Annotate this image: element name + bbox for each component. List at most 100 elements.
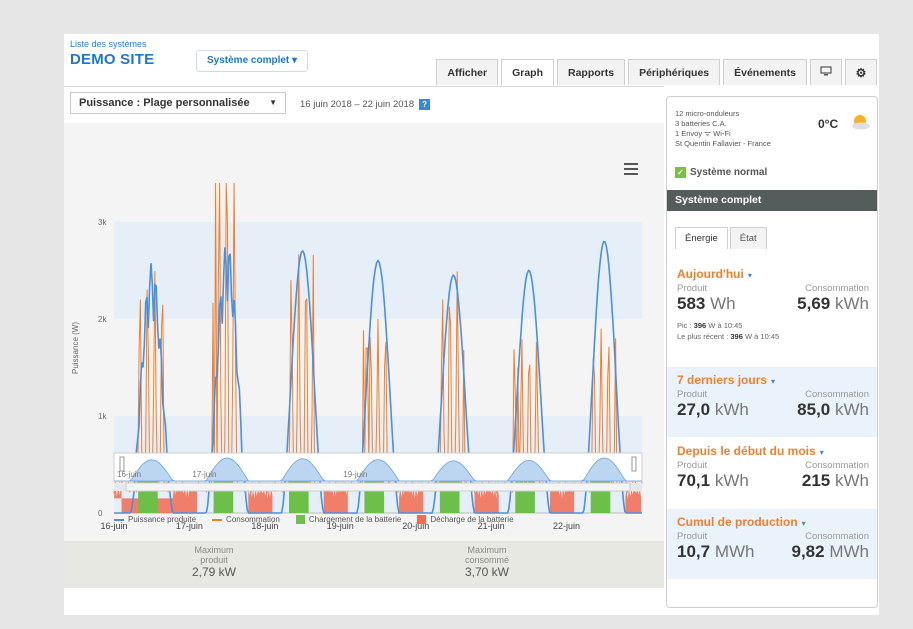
navigator-label: 19-juin [343,470,367,479]
navigator-right-handle [631,456,637,472]
check-icon: ✓ [675,167,686,178]
gear-icon[interactable]: ⚙ [845,59,877,85]
produced-unit: Wh [710,294,736,313]
peak-label: Pic : [677,321,692,330]
system-status: ✓ Système normal [675,167,767,178]
navigator-left-handle [119,456,125,472]
consumed-unit: kWh [835,294,869,313]
stat-max-produced-value: 2,79 kW [191,565,236,579]
section-title-label: 7 derniers jours [677,373,768,387]
consumed-label: Consommation [805,531,869,542]
summary-panel: 12 micro-onduleurs 3 batteries C.A. 1 En… [666,96,878,608]
graph-content: Puissance : Plage personnalisée ▼ 16 juin… [64,86,664,615]
help-icon[interactable]: ? [419,99,431,110]
consumed-value: 85,0 [797,400,831,419]
section-title-label: Depuis le début du mois [677,444,816,458]
produced-value: 10,7 [677,542,711,561]
legend-label-discharge: Décharge de la batterie [430,515,514,524]
tab-evenements[interactable]: Événements [723,59,807,85]
consumed-label: Consommation [805,460,869,471]
tab-rapports[interactable]: Rapports [557,59,626,85]
y-tick-label: 3k [98,218,107,227]
site-name: DEMO SITE [70,51,155,68]
monitor-icon[interactable] [810,59,842,85]
range-select-label: Puissance : Plage personnalisée [79,97,250,109]
microinverter-count: 12 micro-onduleurs [675,109,740,118]
produced-value: 70,1 [677,471,711,490]
consumed-value: 215 [801,471,831,490]
stat-max-consumed-label1: Maximum [467,545,507,555]
y-axis-label: Puissance (W) [71,322,80,374]
peak-suffix: W à 10:45 [708,321,743,330]
tab-graph[interactable]: Graph [501,59,554,85]
section-today: Aujourd'hui ▾ Produit Consommation 583 Wh 5… [667,261,877,366]
produced-unit: kWh [714,471,749,490]
date-range-label: 16 juin 2018 – 22 juin 2018 [300,99,415,111]
recent-value: 396 [730,332,743,341]
subtab-etat[interactable]: État [729,227,767,249]
chart-area: 0 1k 2k 3k Puissance (W) 16-juin 17-juin 18-jui… [64,123,664,541]
legend-label-produced: Puissance produite [128,515,197,524]
stats-bar: Maximum produit 2,79 kW Maximum consommé… [64,541,664,588]
section-title[interactable]: Depuis le début du mois ▾ [677,444,869,458]
consumed-value: 5,69 [797,294,831,313]
power-chart: 01k2k3kPuissance (W)16-juin 17-juin 18-jui… [71,182,643,531]
chevron-down-icon: ▾ [771,377,776,386]
battery-count: 3 batteries C.A. [675,119,727,128]
legend-square-discharge [417,515,427,524]
legend-item-consumption[interactable]: Consommation [212,515,280,524]
recent-suffix: W à 10:45 [744,332,780,341]
stat-max-consumed-label2: consommé [464,555,509,565]
system-dropdown[interactable]: Système complet ▾ [196,50,309,72]
caret-down-icon: ▼ [269,98,277,107]
section-7-days: 7 derniers jours ▾ Produit Consommation 27… [667,367,877,437]
section-month: Depuis le début du mois ▾ Produit Consomma… [667,438,877,508]
peak-value: 396 [693,321,707,330]
system-status-label: Système normal [690,167,768,179]
chevron-down-icon: ▾ [747,271,752,280]
x-tick-label: 22-juin [553,521,580,531]
sun-cloud-icon [852,115,870,130]
produced-label: Produit [677,460,708,471]
consumed-unit: kWh [835,471,869,490]
panel-subtabs: Énergie État [675,227,769,249]
legend-item-produced[interactable]: Puissance produite [114,515,196,524]
produced-value: 583 [677,294,706,313]
system-info: 12 micro-onduleurs 3 batteries C.A. 1 En… [675,109,771,149]
chevron-down-icon: ▾ [819,448,824,457]
legend-label-charge: Chargement de la batterie [308,515,402,524]
envoy-info: 1 Envoy ᯤ Wi-Fi [675,129,731,138]
section-title[interactable]: Cumul de production ▾ [677,515,869,529]
section-title[interactable]: Aujourd'hui ▾ [677,267,869,281]
produced-unit: kWh [714,400,749,419]
location: St Quentin Fallavier - France [675,139,771,148]
subtab-energie[interactable]: Énergie [675,227,728,249]
legend-line-produced [114,518,124,521]
range-select[interactable]: Puissance : Plage personnalisée ▼ [70,92,286,114]
legend-item-discharge[interactable]: Décharge de la batterie [417,515,514,524]
produced-unit: MWh [714,542,755,561]
system-list-link[interactable]: Liste des systèmes [70,39,147,49]
navigator-label: 16-juin [117,470,141,479]
chevron-down-icon: ▾ [801,519,806,528]
today-detail: Pic : 396 W à 10:45 Le plus récent : 396… [677,320,869,342]
app-page: Liste des systèmes DEMO SITE Système com… [64,34,879,615]
legend-label-consumption: Consommation [226,515,280,524]
produced-label: Produit [677,389,708,400]
legend-line-consumption [212,518,223,521]
navigator-label: 17-juin [192,470,216,479]
tab-afficher[interactable]: Afficher [436,59,499,85]
stat-max-produced-label2: produit [200,555,228,565]
tab-peripheriques[interactable]: Périphériques [628,59,721,85]
section-title[interactable]: 7 derniers jours ▾ [677,373,869,387]
section-title-label: Aujourd'hui [677,267,744,281]
system-dropdown-label: Système complet [207,55,290,66]
section-lifetime: Cumul de production ▾ Produit Consommation… [667,509,877,579]
recent-label: Le plus récent : [677,332,729,341]
y-tick-label: 0 [98,509,103,518]
y-tick-label: 1k [98,412,107,421]
plot-band [114,221,642,319]
legend-item-charge[interactable]: Chargement de la batterie [295,515,402,524]
hamburger-menu-icon[interactable] [624,163,638,178]
produced-value: 27,0 [677,400,711,419]
